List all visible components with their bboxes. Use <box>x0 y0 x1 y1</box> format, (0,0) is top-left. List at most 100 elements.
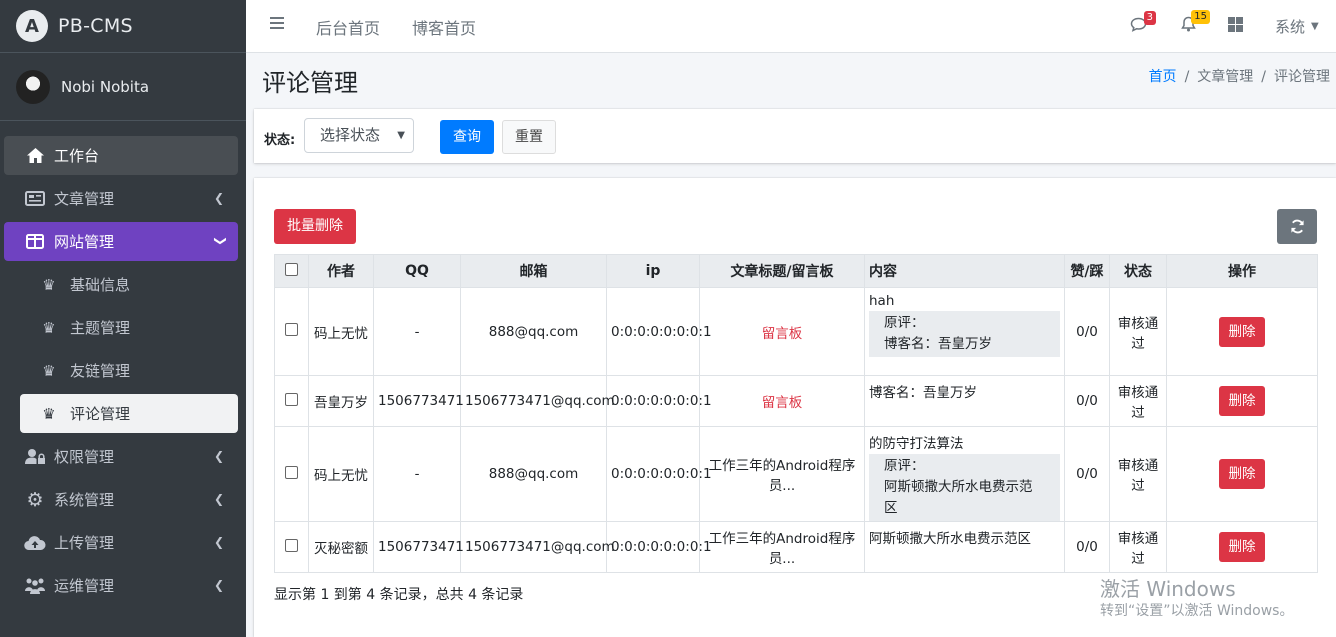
qq-cell: 1506773471 <box>373 521 464 573</box>
status-select[interactable]: 选择状态 ▼ <box>304 118 414 153</box>
ip-cell: 0:0:0:0:0:0:0:1 <box>606 521 712 573</box>
user-panel[interactable]: Nobi Nobita <box>0 53 246 121</box>
sidebar-item-label: 运维管理 <box>54 577 115 595</box>
chess-queen-icon: ♛ <box>42 361 56 380</box>
bell-icon: 15 <box>1181 10 1210 36</box>
chevron-left-icon: ❮ <box>213 449 224 463</box>
nav-link-admin-home[interactable]: 后台首页 <box>316 15 380 39</box>
reset-button[interactable]: 重置 <box>502 120 556 154</box>
column-header: QQ <box>373 254 461 288</box>
quote-line: 博客名：吾皇万岁 <box>884 336 992 352</box>
sidebar-item-permissions[interactable]: 权限管理 ❮ <box>4 437 238 476</box>
sidebar-item-label: 上传管理 <box>54 534 115 552</box>
chess-queen-icon: ♛ <box>42 275 56 294</box>
content-text: 博客名：吾皇万岁 <box>869 385 977 401</box>
qq-cell: - <box>373 426 461 522</box>
content-cell: 博客名：吾皇万岁 <box>864 375 1065 427</box>
column-header: 内容 <box>864 254 1065 288</box>
quote-block: 原评： 博客名：吾皇万岁 <box>869 311 1060 357</box>
chevron-left-icon: ❮ <box>213 492 224 506</box>
sidebar-subitem-label: 基础信息 <box>70 276 131 294</box>
ip-cell: 0:0:0:0:0:0:0:1 <box>606 426 712 522</box>
sidebar-item-dashboard[interactable]: 工作台 <box>4 136 238 175</box>
topbar: 后台首页 博客首页 3 15 系统 ▼ <box>246 0 1336 53</box>
home-icon <box>24 147 46 165</box>
refresh-button[interactable] <box>1277 209 1317 244</box>
select-all-cell[interactable] <box>274 254 309 288</box>
author-cell: 灭秘密额 <box>308 521 374 573</box>
grid-icon <box>1228 16 1243 36</box>
row-checkbox[interactable] <box>285 392 298 406</box>
windows-activation-subtitle: 转到“设置”以激活 Windows。 <box>1100 603 1294 619</box>
pagination-summary: 显示第 1 到第 4 条记录，总共 4 条记录 <box>274 587 524 603</box>
table-header-row: 作者 QQ 邮箱 ip 文章标题/留言板 内容 赞/踩 状态 操作 <box>274 254 1318 288</box>
author-cell: 吾皇万岁 <box>308 375 374 427</box>
column-header: 赞/踩 <box>1064 254 1110 288</box>
chevron-left-icon: ❮ <box>213 535 224 549</box>
people-icon <box>24 577 46 595</box>
select-all-checkbox[interactable] <box>285 262 298 276</box>
sidebar-item-upload[interactable]: 上传管理 ❮ <box>4 523 238 562</box>
query-button[interactable]: 查询 <box>440 120 494 154</box>
sidebar-subitem-label: 友链管理 <box>70 362 131 380</box>
batch-delete-button[interactable]: 批量删除 <box>274 209 356 244</box>
column-header: 操作 <box>1166 254 1318 288</box>
sidebar-item-ops[interactable]: 运维管理 ❮ <box>4 566 238 605</box>
column-header: 文章标题/留言板 <box>699 254 865 288</box>
row-checkbox[interactable] <box>285 538 298 552</box>
table-row: 吾皇万岁 1506773471 1506773471@qq.com 0:0:0:… <box>274 375 1318 427</box>
sidebar-item-label: 工作台 <box>54 147 100 165</box>
sidebar-item-label: 系统管理 <box>54 491 115 509</box>
sidebar-subitem-theme[interactable]: ♛ 主题管理 <box>20 308 238 347</box>
breadcrumb-home[interactable]: 首页 <box>1149 69 1177 85</box>
delete-button[interactable]: 删除 <box>1219 532 1265 562</box>
gear-icon: ⚙ <box>26 488 44 511</box>
sidebar-subitem-basic-info[interactable]: ♛ 基础信息 <box>20 265 238 304</box>
sidebar-subitem-comments[interactable]: ♛ 评论管理 <box>20 394 238 433</box>
quote-line: 阿斯顿撒大所水电费示范区 <box>884 479 1033 516</box>
brand[interactable]: A PB-CMS <box>0 0 246 53</box>
comments-table: 作者 QQ 邮箱 ip 文章标题/留言板 内容 赞/踩 状态 操作 码上无忧 -… <box>274 254 1318 573</box>
menu-toggle-icon[interactable] <box>270 17 284 29</box>
breadcrumb-articles[interactable]: 文章管理 <box>1197 69 1253 85</box>
quote-line: 原评： <box>884 458 925 474</box>
brand-logo-icon: A <box>16 10 48 42</box>
avatar <box>16 69 50 104</box>
email-cell: 888@qq.com <box>460 287 607 376</box>
email-cell: 1506773471@qq.com <box>460 375 615 427</box>
chess-queen-icon: ♛ <box>42 318 56 337</box>
sidebar-item-articles[interactable]: 文章管理 ❮ <box>4 179 238 218</box>
sidebar-subitem-links[interactable]: ♛ 友链管理 <box>20 351 238 390</box>
messages-badge: 3 <box>1143 10 1156 25</box>
notifications-button[interactable]: 15 <box>1181 0 1210 52</box>
votes-cell: 0/0 <box>1064 426 1110 522</box>
row-checkbox[interactable] <box>285 323 298 336</box>
sidebar-item-website[interactable]: 网站管理 ❮ <box>4 222 238 261</box>
cloud-upload-icon <box>24 534 46 552</box>
title-link[interactable]: 工作三年的Android程序员... <box>709 531 856 567</box>
email-cell: 1506773471@qq.com <box>460 521 615 573</box>
content-cell: 的防守打法算法 原评： 阿斯顿撒大所水电费示范区 <box>864 426 1065 522</box>
delete-button[interactable]: 删除 <box>1219 459 1265 489</box>
title-link[interactable]: 留言板 <box>762 395 803 411</box>
sidebar-nav: 工作台 文章管理 ❮ 网站管理 ❮ ♛ 基础信息 ♛ 主题管理 ♛ 友链管理 ♛… <box>0 121 246 605</box>
comments-card: 批量删除 作者 QQ 邮箱 ip 文章标题/留言板 内容 赞/踩 状态 操作 码… <box>254 178 1336 637</box>
brand-name: PB-CMS <box>58 15 133 37</box>
row-checkbox[interactable] <box>285 465 298 479</box>
column-header: ip <box>606 254 700 288</box>
messages-button[interactable]: 3 <box>1130 0 1156 52</box>
chevron-down-icon: ▼ <box>397 130 405 141</box>
title-link[interactable]: 工作三年的Android程序员... <box>709 458 856 494</box>
apps-button[interactable] <box>1228 0 1243 52</box>
delete-button[interactable]: 删除 <box>1219 316 1265 347</box>
sidebar-item-system[interactable]: ⚙ 系统管理 ❮ <box>4 480 238 519</box>
page-title: 评论管理 <box>262 69 358 97</box>
delete-button[interactable]: 删除 <box>1219 386 1265 416</box>
email-cell: 888@qq.com <box>460 426 607 522</box>
qq-cell: 1506773471 <box>373 375 464 427</box>
votes-cell: 0/0 <box>1064 521 1110 573</box>
title-link[interactable]: 留言板 <box>762 326 803 342</box>
system-menu[interactable]: 系统 ▼ <box>1275 0 1319 52</box>
notifications-badge: 15 <box>1191 10 1210 24</box>
nav-link-blog-home[interactable]: 博客首页 <box>412 15 476 39</box>
